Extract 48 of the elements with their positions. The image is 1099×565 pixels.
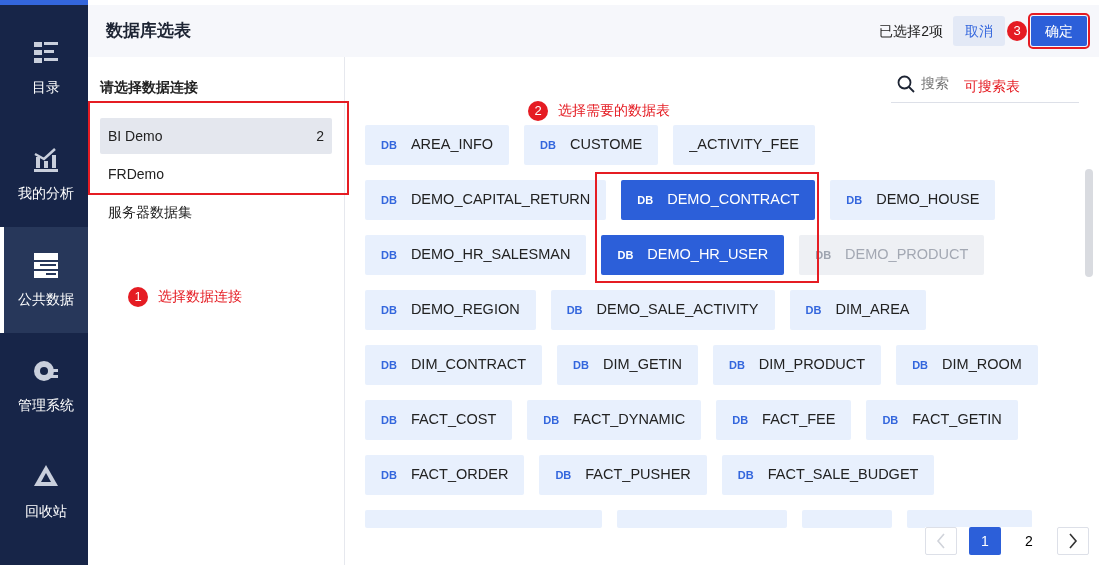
chevron-right-icon xyxy=(1068,533,1078,549)
table-chip[interactable]: DB AREA_INFO xyxy=(365,125,510,165)
nav-item[interactable]: 回收站 xyxy=(0,439,88,545)
table-chip[interactable]: DB DEMO_REGION xyxy=(365,290,536,330)
page-button[interactable]: 1 xyxy=(969,527,1001,555)
table-chip[interactable]: DB DEMO_HR_SALESMAN xyxy=(365,235,587,275)
annotation-text: 选择数据连接 xyxy=(158,287,242,306)
dialog-title: 数据库选表 xyxy=(106,20,191,43)
chevron-left-icon xyxy=(936,533,946,549)
table-chip[interactable]: DB DIM_ROOM xyxy=(896,345,1038,385)
table-chip[interactable]: _ACTIVITY_FEE xyxy=(673,125,815,165)
table-chip[interactable]: DB DIM_GETIN xyxy=(557,345,698,385)
table-chip[interactable]: DB DEMO_HOUSE xyxy=(830,180,996,220)
step-number-marker: 1 xyxy=(128,286,148,307)
table-chip[interactable]: DB FACT_GETIN xyxy=(866,400,1018,440)
nav-item[interactable]: 我的分析 xyxy=(0,121,88,227)
table-chip[interactable]: DB FACT_DYNAMIC xyxy=(527,400,702,440)
table-chip[interactable]: DB CUSTOME xyxy=(524,125,659,165)
nav-item[interactable]: 公共数据 xyxy=(0,227,88,333)
connection-item[interactable]: 服务器数据集 xyxy=(100,194,332,230)
table-chip[interactable]: DB DEMO_SALE_ACTIVITY xyxy=(550,290,775,330)
table-chip[interactable]: DB DEMO_HR_USER xyxy=(601,235,785,275)
table-chip[interactable]: DB DIM_CONTRACT xyxy=(365,345,543,385)
search-icon xyxy=(897,74,915,93)
annotation-text: 可搜索表 xyxy=(964,77,1020,96)
table-chip[interactable]: DB FACT_COST xyxy=(365,400,513,440)
scrollbar-thumb[interactable] xyxy=(1085,169,1093,277)
table-chip[interactable]: DB FACT_FEE xyxy=(716,400,852,440)
table-chip[interactable]: DB FACT_ORDER xyxy=(365,455,525,495)
table-chip[interactable]: DB DEMO_CAPITAL_RETURN xyxy=(365,180,607,220)
cancel-button[interactable]: 取消 xyxy=(953,16,1005,46)
table-chip[interactable]: DB DEMO_CONTRACT xyxy=(621,180,816,220)
selection-count: 已选择2项 xyxy=(879,21,943,41)
step-number-marker: 3 xyxy=(1007,21,1027,41)
next-page-button[interactable] xyxy=(1057,527,1089,555)
stack-icon xyxy=(32,250,60,279)
connection-item[interactable]: FRDemo xyxy=(100,156,332,192)
section-heading: 请选择数据连接 xyxy=(100,78,199,97)
table-chip[interactable]: DB FACT_PUSHER xyxy=(539,455,707,495)
connection-item[interactable]: BI Demo 2 xyxy=(100,118,332,154)
nav-item[interactable]: 目录 xyxy=(0,15,88,121)
table-chip[interactable]: DB DIM_AREA xyxy=(789,290,926,330)
table-chip[interactable]: DB DIM_PRODUCT xyxy=(712,345,882,385)
confirm-button[interactable]: 确定 xyxy=(1031,16,1087,46)
nav-item[interactable]: 管理系统 xyxy=(0,333,88,439)
annotation-text: 选择需要的数据表 xyxy=(558,101,670,120)
table-chip[interactable]: DB FACT_SALE_BUDGET xyxy=(721,455,935,495)
step-number-marker: 2 xyxy=(528,100,548,121)
